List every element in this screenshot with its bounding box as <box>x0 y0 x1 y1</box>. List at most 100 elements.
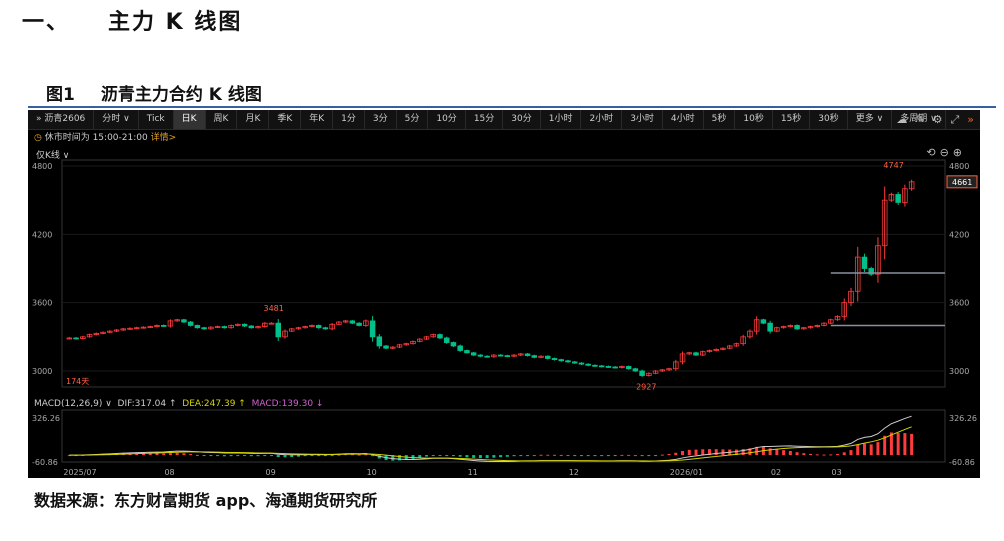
macd-bar <box>357 454 361 456</box>
candle <box>632 368 639 372</box>
low-annotation: 2927 <box>636 383 656 392</box>
candle <box>545 355 551 359</box>
candle <box>443 337 450 343</box>
candle <box>625 366 632 370</box>
candle <box>578 362 585 365</box>
candle <box>457 345 463 351</box>
sep-high-annotation: 3481 <box>264 304 284 313</box>
macd-bar <box>189 454 193 456</box>
macd-bar <box>849 450 853 456</box>
macd-bar <box>667 454 671 456</box>
macd-bar <box>876 442 880 456</box>
y-tick-left: 4800 <box>32 162 52 171</box>
macd-bar <box>593 455 597 457</box>
candle <box>605 366 612 368</box>
macd-bar <box>559 454 563 456</box>
macd-bar <box>842 452 846 456</box>
candle <box>201 327 207 330</box>
y-tick-right: 3600 <box>949 299 969 308</box>
macd-bar <box>263 455 267 457</box>
caption-rule <box>28 106 996 108</box>
macd-bar <box>553 454 557 456</box>
kline-chart[interactable]: 4800 4800 4200 4200 3600 3600 3000 3000 4747 3481… <box>28 110 980 478</box>
macd-bar <box>465 455 469 458</box>
macd-bar <box>330 455 334 457</box>
candle <box>356 322 362 326</box>
macd-bar <box>896 432 900 456</box>
candle <box>275 322 282 338</box>
macd-bar <box>586 455 590 457</box>
x-tick-label: 2025/07 <box>63 468 96 477</box>
macd-bar <box>512 455 516 457</box>
macd-bar <box>162 453 166 456</box>
macd-bar <box>714 449 718 456</box>
macd-bar <box>485 455 489 459</box>
macd-dropdown[interactable]: MACD(12,26,9) ∨ <box>34 399 112 409</box>
candle <box>322 327 329 330</box>
macd-dif: DIF:317.04 ↑ <box>117 399 177 409</box>
candle <box>558 359 565 362</box>
candle <box>450 342 457 347</box>
candle <box>861 256 868 269</box>
candle <box>504 355 511 358</box>
candle <box>693 352 699 356</box>
figure-title: 沥青主力合约 K 线图 <box>100 85 262 105</box>
macd-bar <box>869 444 873 456</box>
macd-bar <box>613 455 617 457</box>
macd-bar <box>526 455 530 457</box>
candle <box>794 325 800 330</box>
candle <box>477 354 484 357</box>
last-price: 4661 <box>952 178 972 187</box>
high-annotation: 4747 <box>883 161 903 170</box>
macd-bar <box>168 453 172 456</box>
days-annotation: 174天 <box>66 377 89 386</box>
candle <box>369 320 376 338</box>
macd-bar <box>647 455 651 457</box>
macd-bar <box>478 455 482 459</box>
macd-bar <box>910 433 914 456</box>
y-tick-left: 3000 <box>32 367 52 376</box>
macd-bar <box>290 455 294 457</box>
candle <box>437 334 443 339</box>
macd-header: MACD(12,26,9) ∨ DIF:317.04 ↑ DEA:247.39 … <box>34 399 323 409</box>
macd-bar <box>317 455 321 457</box>
candle <box>767 322 773 332</box>
macd-bar <box>903 433 907 456</box>
macd-bar <box>836 454 840 456</box>
x-tick-label: 02 <box>771 468 781 477</box>
figure-caption: 图1 沥青主力合约 K 线图 <box>46 80 262 105</box>
heading-number: 一、 <box>22 10 71 35</box>
macd-bar <box>256 455 260 457</box>
macd-bar <box>458 455 462 457</box>
macd-bar <box>451 455 455 457</box>
x-tick-label: 11 <box>468 468 478 477</box>
macd-bar <box>546 454 550 456</box>
y-tick-right: 4800 <box>949 162 969 171</box>
macd-bar <box>620 454 624 456</box>
macd-bar <box>674 452 678 456</box>
dif-line <box>69 415 912 462</box>
x-tick-label: 03 <box>832 468 842 477</box>
macd-bar <box>209 455 213 457</box>
candle <box>497 354 504 357</box>
y-tick-right: 4200 <box>949 230 969 239</box>
macd-bar <box>829 454 833 456</box>
candle <box>895 194 901 203</box>
candle <box>551 358 558 361</box>
figure-number: 图1 <box>46 85 75 105</box>
section-heading: 一、 主力 K 线图 <box>22 4 242 36</box>
macd-bar <box>310 455 314 457</box>
macd-bar <box>472 455 476 458</box>
macd-bar <box>694 449 698 456</box>
macd-tick-right: 326.26 <box>949 414 977 423</box>
macd-tick-right: -60.86 <box>949 458 975 467</box>
macd-bar <box>155 453 159 456</box>
x-tick-label: 2026/01 <box>670 468 703 477</box>
macd-bar <box>802 453 806 456</box>
y-tick-right: 3000 <box>949 367 969 376</box>
macd-bar <box>606 455 610 457</box>
macd-bar <box>640 455 644 457</box>
macd-bar <box>782 450 786 456</box>
macd-bar <box>424 455 428 457</box>
macd-bar <box>701 449 705 456</box>
